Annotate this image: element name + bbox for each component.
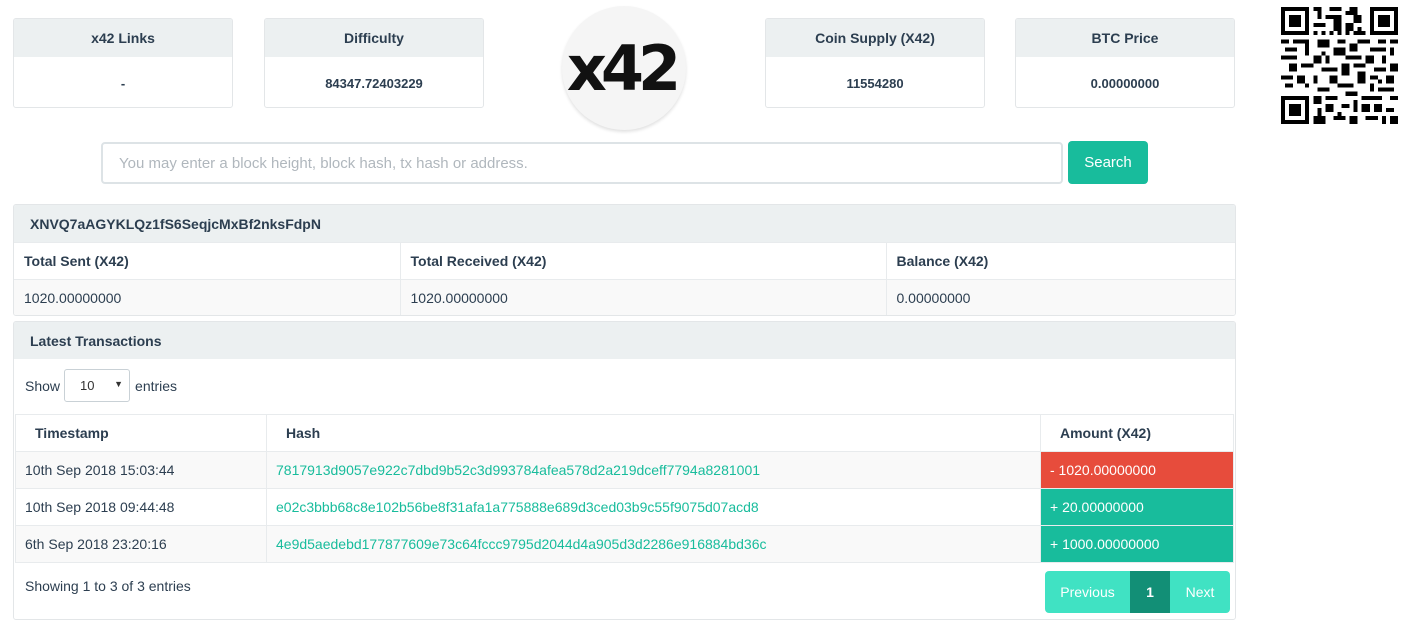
tx-amount: - 1020.00000000 [1040,451,1234,489]
tx-timestamp: 10th Sep 2018 15:03:44 [15,451,267,489]
hash-column-header[interactable]: Hash [266,414,1041,452]
tx-amount: + 1000.00000000 [1040,525,1234,563]
page-1-button[interactable]: 1 [1130,571,1170,613]
stat-card-links: x42 Links - [13,18,233,108]
search-input[interactable] [101,142,1063,184]
total-received-header: Total Received (X42) [400,242,887,280]
table-info: Showing 1 to 3 of 3 entries [25,578,191,594]
table-row: 6th Sep 2018 23:20:16 4e9d5aedebd1778776… [15,525,1234,563]
balance-header: Balance (X42) [886,242,1235,280]
transactions-panel: Latest Transactions Show 10 ▼ entries Ti… [13,321,1236,620]
stat-value-btc-price: 0.00000000 [1090,75,1160,91]
tx-timestamp: 10th Sep 2018 09:44:48 [15,488,267,526]
stat-value-difficulty: 84347.72403229 [325,75,423,91]
tx-timestamp: 6th Sep 2018 23:20:16 [15,525,267,563]
pagination: Previous 1 Next [1045,571,1230,613]
tx-amount: + 20.00000000 [1040,488,1234,526]
total-sent-value: 1020.00000000 [14,279,401,315]
search-button[interactable]: Search [1068,141,1148,184]
stat-label-difficulty: Difficulty [265,19,483,57]
previous-page-button[interactable]: Previous [1045,571,1130,613]
tx-hash-link[interactable]: e02c3bbb68c8e102b56be8f31afa1a775888e689… [266,488,1041,526]
page-length-control: Show 10 ▼ entries [25,369,177,402]
total-received-value: 1020.00000000 [400,279,887,315]
amount-column-header[interactable]: Amount (X42) [1040,414,1234,452]
stat-value-links: - [120,75,126,91]
chevron-down-icon: ▼ [114,379,124,389]
stat-card-supply: Coin Supply (X42) 11554280 [765,18,985,108]
page-length-value: 10 [80,378,95,393]
table-header-row: Timestamp Hash Amount (X42) [15,414,1234,452]
stat-card-difficulty: Difficulty 84347.72403229 [264,18,484,108]
stat-label-btc-price: BTC Price [1016,19,1234,57]
address-summary-table: Total Sent (X42) Total Received (X42) Ba… [14,242,1235,315]
table-row: 10th Sep 2018 15:03:44 7817913d9057e922c… [15,451,1234,489]
logo-text: x42 [566,31,681,105]
page-length-select[interactable]: 10 ▼ [64,369,131,402]
stat-value-supply: 11554280 [846,75,904,91]
x42-logo[interactable]: x42 [562,6,686,130]
stat-label-links: x42 Links [14,19,232,57]
qr-code [1281,7,1398,124]
address-panel: XNVQ7aAGYKLQz1fS6SeqjcMxBf2nksFdpN Total… [13,204,1236,316]
balance-value: 0.00000000 [886,279,1235,315]
entries-label: entries [135,377,178,394]
table-row: 10th Sep 2018 09:44:48 e02c3bbb68c8e102b… [15,488,1234,526]
tx-hash-link[interactable]: 4e9d5aedebd177877609e73c64fccc9795d2044d… [266,525,1041,563]
show-label: Show [25,377,61,394]
transactions-title: Latest Transactions [14,322,1235,359]
stat-label-supply: Coin Supply (X42) [766,19,984,57]
total-sent-header: Total Sent (X42) [14,242,401,280]
next-page-button[interactable]: Next [1170,571,1230,613]
transactions-table: Timestamp Hash Amount (X42) 10th Sep 201… [15,414,1234,563]
address-hash: XNVQ7aAGYKLQz1fS6SeqjcMxBf2nksFdpN [14,205,1235,242]
timestamp-column-header[interactable]: Timestamp [15,414,267,452]
stat-card-btc-price: BTC Price 0.00000000 [1015,18,1235,108]
tx-hash-link[interactable]: 7817913d9057e922c7dbd9b52c3d993784afea57… [266,451,1041,489]
